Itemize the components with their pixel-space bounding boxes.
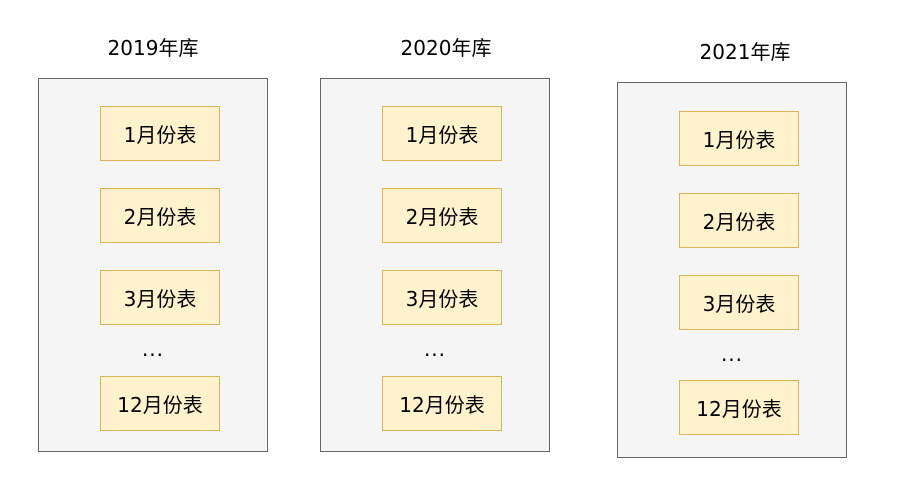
table-feb-2019: 2月份表 xyxy=(100,188,220,243)
db-title-2020: 2020年库 xyxy=(400,36,492,60)
db-container-2020: 1月份表 2月份表 3月份表 ... 12月份表 xyxy=(320,78,550,452)
table-mar-2021: 3月份表 xyxy=(679,275,799,330)
db-title-2021: 2021年库 xyxy=(699,40,791,64)
db-title-2019: 2019年库 xyxy=(107,36,199,60)
table-mar-2020: 3月份表 xyxy=(382,270,502,325)
table-mar-2019: 3月份表 xyxy=(100,270,220,325)
table-feb-2021: 2月份表 xyxy=(679,193,799,248)
ellipsis-2021: ... xyxy=(720,342,744,366)
table-feb-2020: 2月份表 xyxy=(382,188,502,243)
table-jan-2019: 1月份表 xyxy=(100,106,220,161)
db-container-2019: 1月份表 2月份表 3月份表 ... 12月份表 xyxy=(38,78,268,452)
table-jan-2021: 1月份表 xyxy=(679,111,799,166)
table-dec-2020: 12月份表 xyxy=(382,376,502,431)
db-container-2021: 1月份表 2月份表 3月份表 ... 12月份表 xyxy=(617,82,847,458)
table-dec-2019: 12月份表 xyxy=(100,376,220,431)
ellipsis-2019: ... xyxy=(141,337,165,361)
table-jan-2020: 1月份表 xyxy=(382,106,502,161)
ellipsis-2020: ... xyxy=(423,337,447,361)
table-dec-2021: 12月份表 xyxy=(679,380,799,435)
